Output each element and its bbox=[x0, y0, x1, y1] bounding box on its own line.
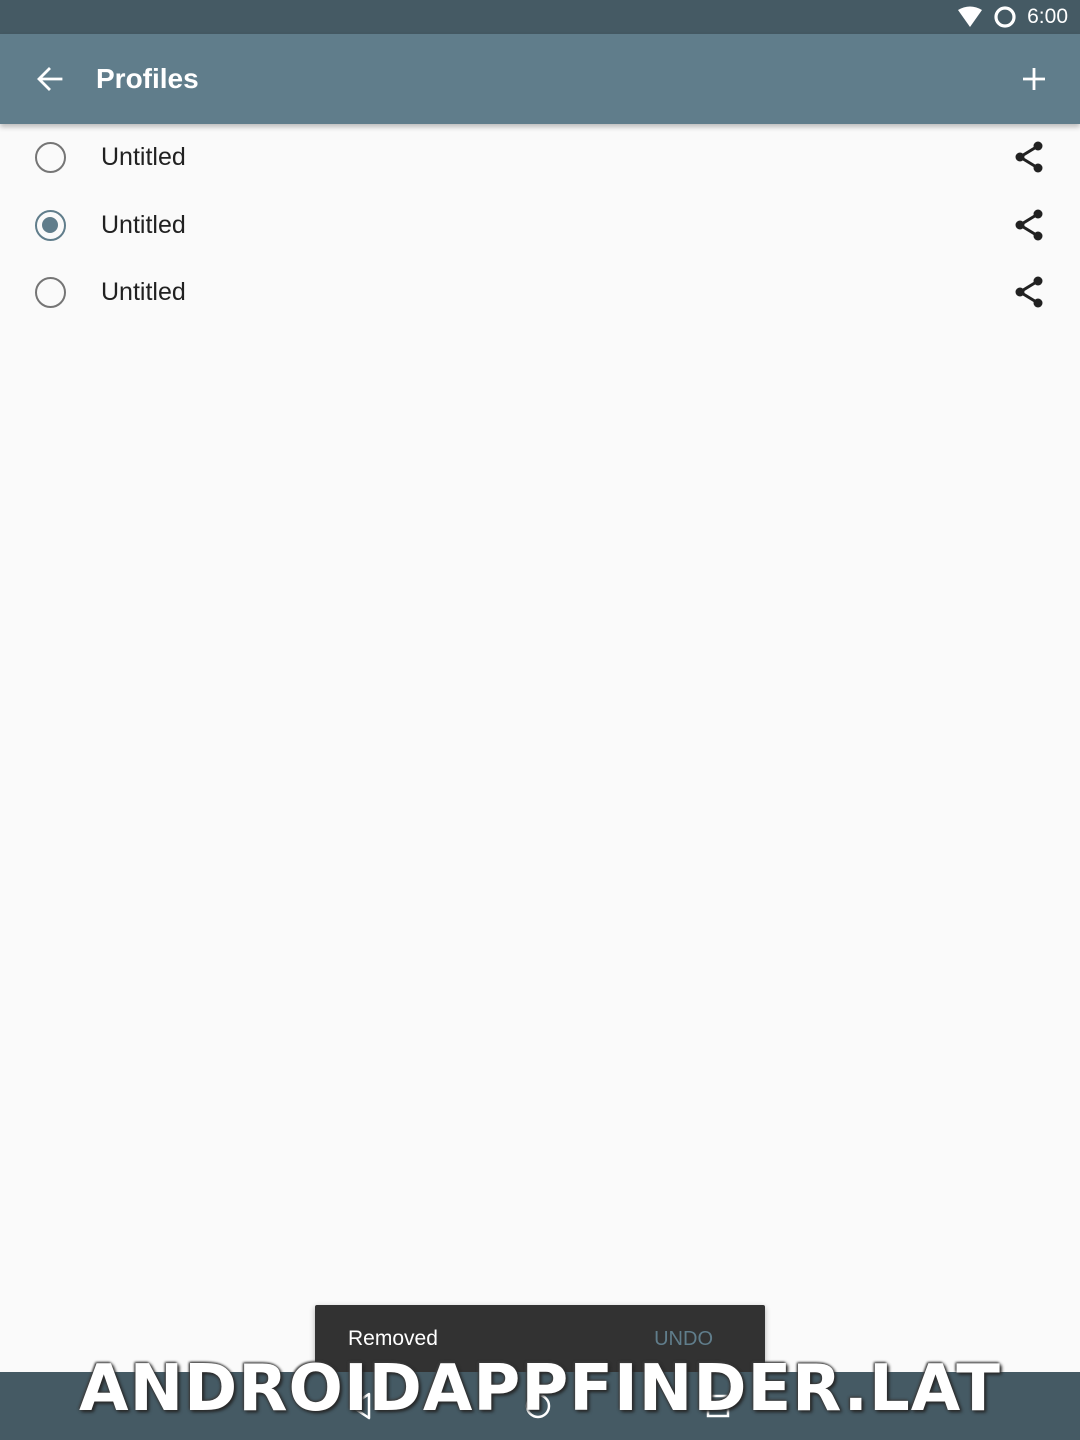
back-button[interactable] bbox=[26, 55, 74, 103]
share-button[interactable] bbox=[1006, 134, 1052, 180]
share-icon bbox=[1015, 276, 1043, 308]
nav-home-button[interactable] bbox=[514, 1382, 562, 1430]
nav-recents-button[interactable] bbox=[694, 1382, 742, 1430]
alarm-icon bbox=[994, 6, 1016, 28]
profile-name[interactable]: Untitled bbox=[101, 259, 186, 327]
profile-radio-selected[interactable] bbox=[35, 209, 66, 241]
share-button[interactable] bbox=[1006, 269, 1052, 315]
undo-button[interactable]: UNDO bbox=[654, 1305, 713, 1373]
snackbar-message: Removed bbox=[348, 1327, 438, 1350]
profile-radio[interactable] bbox=[35, 277, 66, 308]
add-profile-button[interactable] bbox=[1010, 55, 1058, 103]
profile-item[interactable]: Untitled bbox=[0, 192, 1080, 260]
back-icon bbox=[349, 1392, 371, 1420]
profile-item[interactable]: Untitled bbox=[0, 124, 1080, 192]
snackbar: Removed UNDO bbox=[315, 1305, 765, 1377]
profile-radio[interactable] bbox=[35, 142, 66, 173]
status-bar: 6:00 bbox=[0, 0, 1080, 34]
navigation-bar bbox=[0, 1372, 1080, 1440]
share-button[interactable] bbox=[1006, 202, 1052, 248]
nav-back-button[interactable] bbox=[336, 1382, 384, 1430]
profile-name[interactable]: Untitled bbox=[101, 192, 186, 260]
arrow-left-icon bbox=[37, 67, 63, 91]
page-title: Profiles bbox=[96, 63, 199, 94]
share-icon bbox=[1015, 141, 1043, 173]
share-icon bbox=[1015, 209, 1043, 240]
recents-icon bbox=[706, 1394, 730, 1418]
app-bar: Profiles bbox=[0, 34, 1080, 124]
home-icon bbox=[525, 1393, 551, 1419]
wifi-icon bbox=[958, 6, 983, 27]
profile-item[interactable]: Untitled bbox=[0, 259, 1080, 327]
profile-name[interactable]: Untitled bbox=[101, 124, 186, 192]
status-time: 6:00 bbox=[1027, 5, 1068, 28]
profile-list: Untitled Untitled Untitled bbox=[0, 124, 1080, 327]
plus-icon bbox=[1023, 68, 1045, 90]
